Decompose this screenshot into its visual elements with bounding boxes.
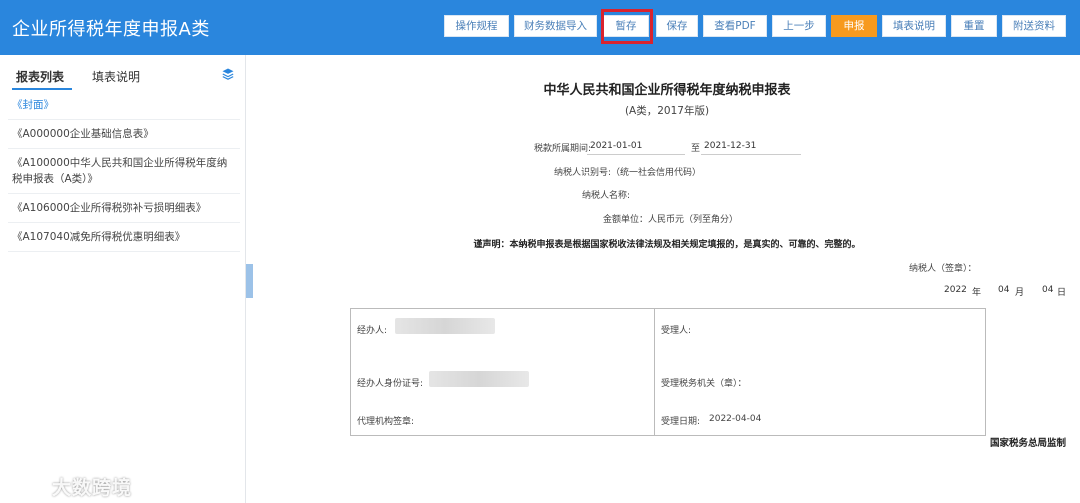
fill-instructions-button[interactable]: 填表说明 — [882, 15, 946, 37]
declare-button[interactable]: 申报 — [831, 15, 877, 37]
declaration-text: 谨声明：本纳税申报表是根据国家税收法律法规及相关规定填报的，是真实的、可靠的、完… — [473, 240, 861, 250]
report-cover: 中华人民共和国企业所得税年度纳税申报表 (A类，2017年版) 税款所属期间: … — [254, 55, 1080, 503]
amount-unit-label: 金额单位：人民币元（列至角分） — [603, 215, 739, 225]
date-month: 04 — [998, 285, 1010, 295]
handler-name-redacted — [395, 318, 495, 334]
period-start-input[interactable]: 2021-01-01 — [590, 141, 642, 151]
report-list: 《封面》 《A000000企业基础信息表》 《A100000中华人民共和国企业所… — [8, 91, 240, 252]
period-to-label: 至 — [691, 144, 701, 154]
handler-id-label: 经办人身份证号: — [357, 379, 424, 389]
taxpayer-signature-label: 纳税人（签章）： — [909, 264, 977, 274]
view-pdf-button[interactable]: 查看PDF — [703, 15, 767, 37]
footer-supervision-note: 国家税务总局监制 — [989, 438, 1066, 449]
date-day: 04 — [1042, 285, 1054, 295]
date-month-unit: 月 — [1015, 288, 1025, 298]
import-financial-data-button[interactable]: 财务数据导入 — [514, 15, 597, 37]
save-button[interactable]: 保存 — [656, 15, 698, 37]
tab-fill-instructions[interactable]: 填表说明 — [92, 68, 140, 85]
attachments-button[interactable]: 附送资料 — [1002, 15, 1066, 37]
accept-date-value: 2022-04-04 — [709, 414, 762, 424]
tax-office-label: 受理税务机关（章）： — [661, 379, 747, 389]
layers-icon[interactable] — [222, 68, 234, 80]
previous-step-button[interactable]: 上一步 — [772, 15, 826, 37]
accept-date-label: 受理日期: — [661, 417, 701, 427]
date-day-unit: 日 — [1057, 288, 1067, 298]
receiver-label: 受理人: — [661, 326, 692, 336]
tax-period-label: 税款所属期间: — [534, 144, 592, 154]
taxpayer-name-label: 纳税人名称: — [582, 191, 631, 201]
handler-label: 经办人: — [357, 326, 388, 336]
period-start-underline — [587, 154, 685, 155]
table-divider — [654, 309, 655, 435]
watermark-text: 大数跨境 — [52, 477, 133, 499]
handler-id-redacted — [429, 371, 529, 387]
watermark: 大数跨境 — [8, 470, 148, 499]
document-subtitle: (A类，2017年版) — [624, 105, 710, 117]
list-item-a000000[interactable]: 《A000000企业基础信息表》 — [8, 120, 240, 149]
tab-report-list[interactable]: 报表列表 — [16, 68, 64, 85]
signature-table: 经办人: 经办人身份证号: 代理机构签章: 受理人: 受理税务机关（章）： 受理… — [350, 308, 986, 436]
sidebar-collapse-handle[interactable] — [246, 264, 253, 298]
date-year: 2022 — [944, 285, 967, 295]
list-item-a100000[interactable]: 《A100000中华人民共和国企业所得税年度纳税申报表（A类）》 — [8, 149, 240, 194]
period-end-underline — [701, 154, 801, 155]
agent-seal-label: 代理机构签章: — [357, 417, 415, 427]
app-header: 企业所得税年度申报A类 操作规程 财务数据导入 暂存 保存 查看PDF 上一步 … — [0, 0, 1080, 55]
reset-button[interactable]: 重置 — [951, 15, 997, 37]
list-item-cover[interactable]: 《封面》 — [8, 91, 240, 120]
sidebar: 报表列表 填表说明 《封面》 《A000000企业基础信息表》 《A100000… — [0, 55, 246, 503]
procedure-button[interactable]: 操作规程 — [444, 15, 509, 37]
period-end-input[interactable]: 2021-12-31 — [704, 141, 756, 151]
app-title: 企业所得税年度申报A类 — [12, 19, 210, 40]
watermark-logo-icon — [10, 472, 42, 492]
active-tab-indicator — [12, 88, 72, 90]
taxpayer-id-label: 纳税人识别号:（统一社会信用代码） — [554, 168, 702, 178]
list-item-a106000[interactable]: 《A106000企业所得税弥补亏损明细表》 — [8, 194, 240, 223]
document-title: 中华人民共和国企业所得税年度纳税申报表 — [543, 83, 791, 98]
highlight-annotation — [601, 9, 653, 44]
date-year-unit: 年 — [972, 288, 982, 298]
list-item-a107040[interactable]: 《A107040减免所得税优惠明细表》 — [8, 223, 240, 252]
sidebar-tabs: 报表列表 填表说明 — [0, 55, 245, 90]
